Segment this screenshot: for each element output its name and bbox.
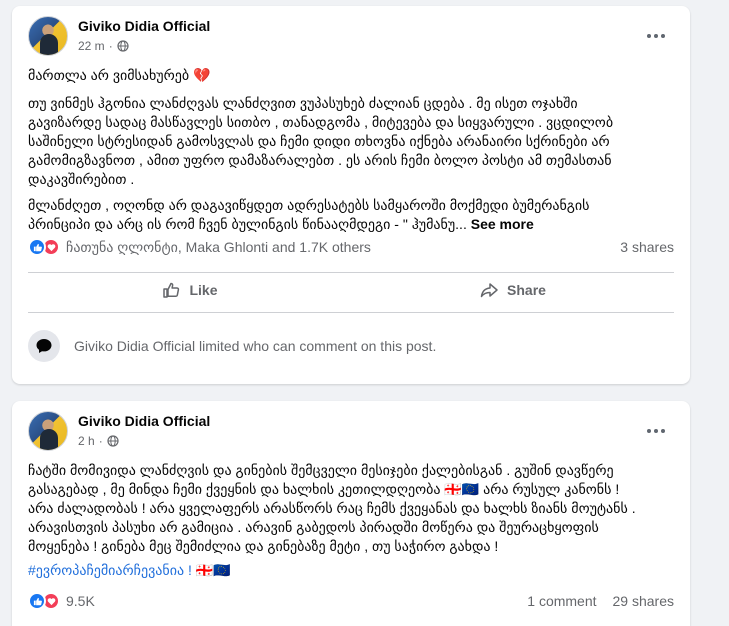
post-meta: 22 m · <box>78 39 129 53</box>
see-more-link[interactable]: See more <box>471 216 534 232</box>
comment-bubble-icon-wrap <box>28 330 60 362</box>
post-card: Giviko Didia Official 2 h · ჩატში მომივი… <box>12 401 690 626</box>
reaction-count[interactable]: 9.5K <box>66 593 95 609</box>
text-line: თუ ვინმეს ჰგონია ლანძღვას ლანძღვით ვუპას… <box>28 95 578 111</box>
avatar[interactable] <box>28 16 68 56</box>
like-reaction-icon <box>28 238 46 256</box>
post-first-line: მართლა არ ვიმსახურებ 💔 <box>28 66 676 85</box>
text-line: ჩატში მომივიდა ლანძღვის და გინების შემცვ… <box>28 462 614 478</box>
shares-count[interactable]: 29 shares <box>613 593 674 609</box>
globe-icon <box>107 435 119 447</box>
comment-bubble-icon <box>36 339 52 353</box>
post-time[interactable]: 22 m <box>78 39 105 53</box>
post-stats: 3 shares <box>620 239 674 255</box>
post-first-line-text: მართლა არ ვიმსახურებ <box>28 67 190 83</box>
post-header: Giviko Didia Official 22 m · <box>28 16 678 60</box>
reaction-icons[interactable] <box>28 592 60 610</box>
like-button[interactable]: Like <box>28 273 351 307</box>
text-line: დაკავშირებით . <box>28 171 135 187</box>
post-stats: 1 comment 29 shares <box>527 593 674 609</box>
globe-icon <box>117 40 129 52</box>
shares-count[interactable]: 3 shares <box>620 239 674 255</box>
text-line: არა ძალადობას ! არა ყველაფერს არასწორს რ… <box>28 500 636 516</box>
comments-count[interactable]: 1 comment <box>527 593 596 609</box>
share-icon <box>480 283 498 298</box>
meta-separator: · <box>108 39 113 53</box>
text-line: მლანძღეთ , ოღონდ არ დაგავიწყდეთ ადრესატე… <box>28 197 590 213</box>
post-meta: 2 h · <box>78 434 119 448</box>
text-line: გასაგებად , მე მინდა ჩემი ქვეყნის და ხალ… <box>28 481 620 497</box>
meta-separator: · <box>98 434 103 448</box>
share-label: Share <box>507 282 546 298</box>
text-line: მოყენება ! გინება მეც შემიძლია და გინება… <box>28 538 499 554</box>
author-name[interactable]: Giviko Didia Official <box>78 413 210 429</box>
like-label: Like <box>189 282 218 298</box>
post-time[interactable]: 2 h <box>78 434 95 448</box>
hashtag-line: #ევროპაჩემიარჩევანია ! 🇬🇪🇪🇺 <box>28 561 676 580</box>
more-options-icon[interactable] <box>644 26 668 46</box>
post-paragraph-2: მლანძღეთ , ოღონდ არ დაგავიწყდეთ ადრესატე… <box>28 196 676 234</box>
limited-text: Giviko Didia Official limited who can co… <box>74 338 437 354</box>
reactions-bar: 9.5K 1 comment 29 shares <box>28 590 674 612</box>
text-line: პრინციპი და არც ის რომ ჩვენ ბულინგის წინ… <box>28 216 467 232</box>
post-actions: Like Share <box>28 273 674 307</box>
text-line-with-more: პრინციპი და არც ის რომ ჩვენ ბულინგის წინ… <box>28 215 676 234</box>
comment-limited-notice: Giviko Didia Official limited who can co… <box>28 330 674 362</box>
text-line: საშინელი სტრესიდან გამოსვლას და ჩემი დიდ… <box>28 133 610 149</box>
post-body: ჩატში მომივიდა ლანძღვის და გინების შემცვ… <box>28 461 676 556</box>
text-line: გამომიგზავნოთ , ამით უფრო დამაზარალებთ .… <box>28 152 612 168</box>
post-paragraph-1: თუ ვინმეს ჰგონია ლანძღვას ლანძღვით ვუპას… <box>28 94 676 189</box>
text-line: გავიზარდე სადაც მასწავლეს სითბო , თანადგ… <box>28 114 614 130</box>
share-button[interactable]: Share <box>351 273 674 307</box>
like-reaction-icon <box>28 592 46 610</box>
like-icon <box>163 282 180 298</box>
hashtag-link[interactable]: #ევროპაჩემიარჩევანია ! 🇬🇪🇪🇺 <box>28 562 231 578</box>
text-line: არავისთვის პასუხი არ გამიცია . არავინ გა… <box>28 519 599 535</box>
broken-heart-icon: 💔 <box>193 67 211 83</box>
author-name[interactable]: Giviko Didia Official <box>78 18 210 34</box>
reactions-bar: ჩათუნა ღლონტი, Maka Ghlonti and 1.7K oth… <box>28 236 674 258</box>
post-header: Giviko Didia Official 2 h · <box>28 411 678 455</box>
post-card: Giviko Didia Official 22 m · მართლა არ ვ… <box>12 6 690 384</box>
reaction-names[interactable]: ჩათუნა ღლონტი, Maka Ghlonti and 1.7K oth… <box>66 239 371 256</box>
avatar[interactable] <box>28 411 68 451</box>
more-options-icon[interactable] <box>644 421 668 441</box>
reaction-icons[interactable] <box>28 238 60 256</box>
divider <box>28 312 674 313</box>
